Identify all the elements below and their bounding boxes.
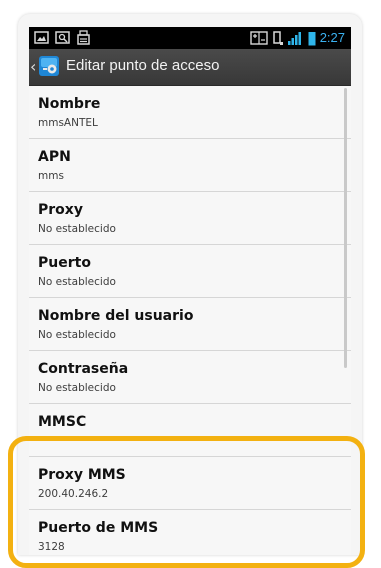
item-title: Contraseña xyxy=(38,361,129,377)
item-title: Puerto xyxy=(38,255,91,271)
item-title: Proxy xyxy=(38,202,83,218)
item-title: Proxy MMS xyxy=(38,467,126,483)
signal-bars-icon xyxy=(287,31,301,45)
item-title: Puerto de MMS xyxy=(38,520,159,536)
item-value: mms xyxy=(38,170,64,182)
list-item-puerto[interactable]: Puerto No establecido xyxy=(29,245,351,298)
item-value: 200.40.246.2 xyxy=(38,488,109,500)
settings-app-icon[interactable] xyxy=(38,55,60,77)
list-item-nombre-usuario[interactable]: Nombre del usuario No establecido xyxy=(29,298,351,351)
image-icon xyxy=(34,31,49,44)
item-title: MMSC xyxy=(38,414,87,430)
phone-vibrate-icon xyxy=(272,30,283,45)
action-bar: ‹ Editar punto de acceso xyxy=(29,49,351,86)
list-item-apn[interactable]: APN mms xyxy=(29,139,351,192)
phone-screen: 2:27 ‹ Editar punto de acceso Nombre mms… xyxy=(29,27,351,555)
sim-lock-icon xyxy=(77,30,90,45)
item-value: No establecido xyxy=(38,276,116,288)
item-value: mmsANTEL xyxy=(38,117,98,129)
list-item-contrasena[interactable]: Contraseña No establecido xyxy=(29,351,351,404)
page-title: Editar punto de acceso xyxy=(66,57,220,74)
list-item-puerto-mms[interactable]: Puerto de MMS 3128 xyxy=(29,510,351,555)
fade-mask xyxy=(29,431,351,441)
search-icon xyxy=(55,31,70,44)
data-transfer-icon xyxy=(249,31,268,45)
chevron-left-icon[interactable]: ‹ xyxy=(30,58,36,76)
item-title: Nombre xyxy=(38,96,101,112)
item-title: APN xyxy=(38,149,71,165)
apn-settings-list: Nombre mmsANTEL APN mms Proxy No estable… xyxy=(29,86,351,555)
scrollbar[interactable] xyxy=(344,88,347,368)
item-value: No establecido xyxy=(38,223,116,235)
status-bar: 2:27 xyxy=(29,27,351,49)
list-item-proxy[interactable]: Proxy No establecido xyxy=(29,192,351,245)
list-item-proxy-mms[interactable]: Proxy MMS 200.40.246.2 xyxy=(29,457,351,510)
status-time: 2:27 xyxy=(319,30,345,45)
item-value: 3128 xyxy=(38,541,65,553)
battery-icon xyxy=(308,31,316,45)
list-item-nombre[interactable]: Nombre mmsANTEL xyxy=(29,86,351,139)
item-value: No establecido xyxy=(38,329,116,341)
item-title: Nombre del usuario xyxy=(38,308,194,324)
item-value: No establecido xyxy=(38,382,116,394)
